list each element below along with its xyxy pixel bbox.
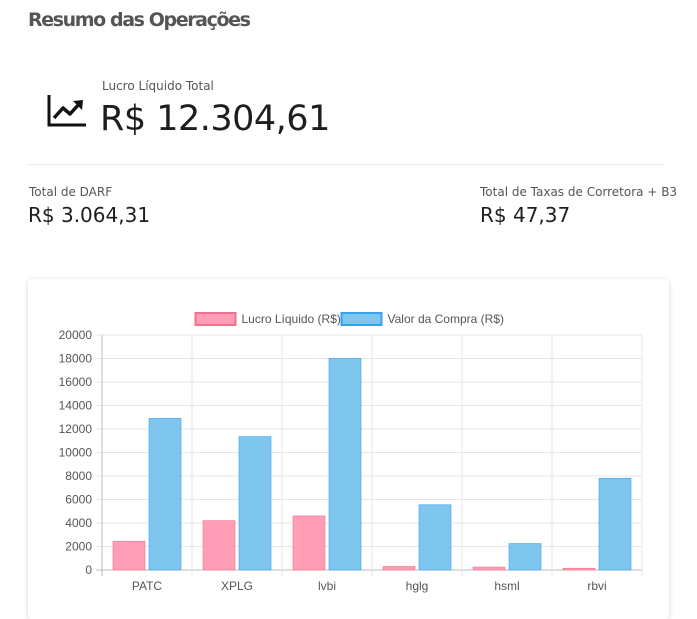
bar-lucro-liquido[interactable]	[292, 515, 326, 571]
x-tick-label: hsml	[494, 579, 519, 593]
darf-label: Total de DARF	[29, 185, 113, 199]
fees-label: Total de Taxas de Corretora + B3	[480, 185, 678, 199]
legend-swatch[interactable]	[194, 312, 237, 326]
y-tick-label: 16000	[59, 375, 93, 389]
divider	[28, 164, 665, 165]
legend-swatch[interactable]	[340, 312, 383, 326]
page-title: Resumo das Operações	[28, 9, 251, 31]
net-profit-value: R$ 12.304,61	[100, 99, 330, 139]
x-tick-label: lvbi	[318, 579, 336, 593]
y-tick-label: 18000	[59, 352, 93, 366]
y-tick-label: 4000	[65, 516, 92, 530]
y-tick-label: 20000	[59, 328, 93, 342]
fees-value: R$ 47,37	[480, 203, 571, 227]
y-tick-label: 12000	[59, 422, 93, 436]
x-tick-label: rbvi	[587, 579, 606, 593]
bar-lucro-liquido[interactable]	[112, 540, 146, 571]
bar-valor-compra[interactable]	[508, 543, 542, 571]
bar-lucro-liquido[interactable]	[472, 566, 506, 571]
x-tick-label: hglg	[406, 579, 429, 593]
bar-valor-compra[interactable]	[328, 358, 362, 571]
bar-chart: 0 2000 4000 6000 8000 10000 12000 14000 16000 180…	[59, 312, 643, 593]
bar-lucro-liquido[interactable]	[382, 566, 416, 571]
x-tick-label: PATC	[132, 579, 163, 593]
darf-value: R$ 3.064,31	[28, 203, 151, 227]
legend-label[interactable]: Lucro Líquido (R$)	[242, 312, 341, 326]
net-profit-summary: Lucro Líquido Total R$ 12.304,61	[28, 72, 668, 164]
y-tick-label: 2000	[65, 540, 92, 554]
chart-card: 0 2000 4000 6000 8000 10000 12000 14000 16000 180…	[28, 279, 669, 619]
bar-valor-compra[interactable]	[148, 418, 182, 571]
legend-label[interactable]: Valor da Compra (R$)	[388, 312, 504, 326]
bar-lucro-liquido[interactable]	[562, 567, 596, 571]
bar-lucro-liquido[interactable]	[202, 520, 236, 571]
bar-valor-compra[interactable]	[418, 504, 452, 571]
y-tick-label: 0	[85, 563, 92, 577]
x-tick-label: XPLG	[221, 579, 253, 593]
y-tick-label: 6000	[65, 493, 92, 507]
bar-valor-compra[interactable]	[238, 436, 272, 571]
y-tick-label: 8000	[65, 469, 92, 483]
trending-up-icon	[47, 95, 86, 127]
net-profit-label: Lucro Líquido Total	[102, 79, 214, 93]
bar-valor-compra[interactable]	[598, 478, 632, 571]
y-tick-label: 14000	[59, 399, 93, 413]
y-tick-label: 10000	[59, 446, 93, 460]
